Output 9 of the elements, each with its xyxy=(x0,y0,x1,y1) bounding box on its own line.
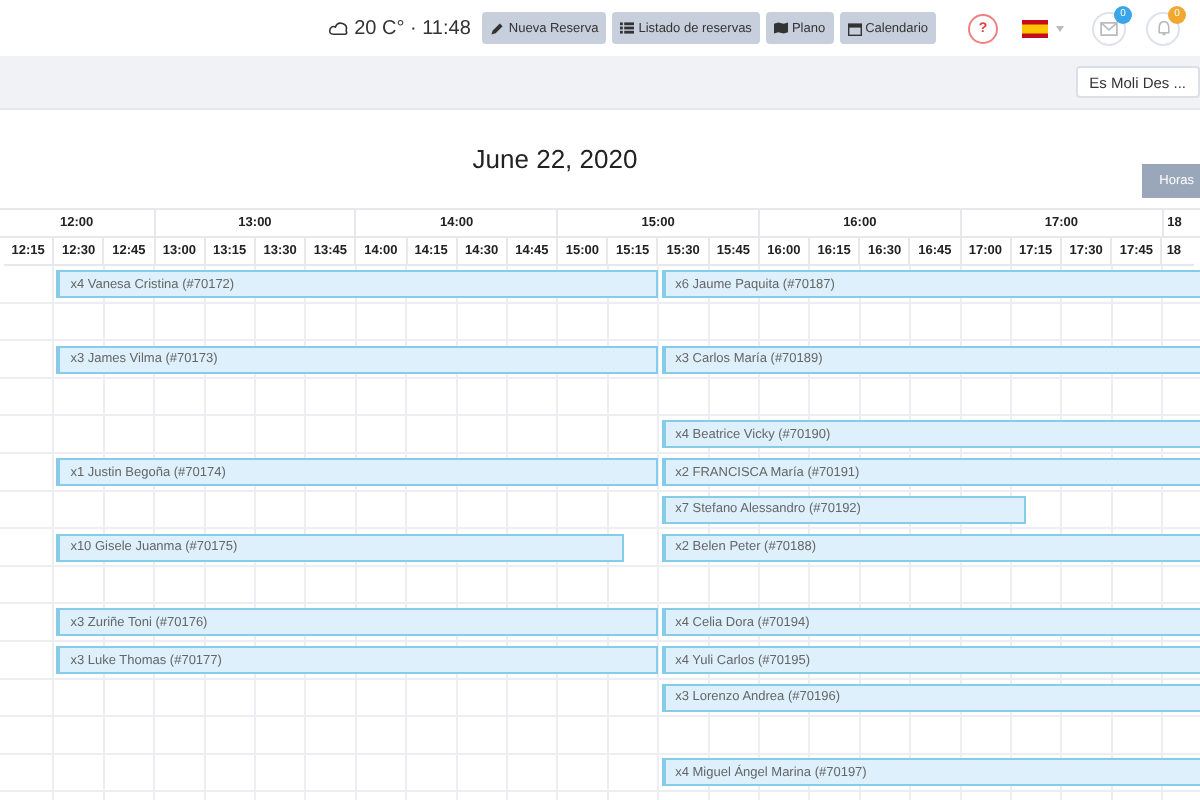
bell-icon xyxy=(1155,20,1171,36)
spanish-flag-icon[interactable] xyxy=(1022,19,1048,37)
map-icon xyxy=(773,22,788,34)
list-icon xyxy=(620,22,635,34)
envelope-icon xyxy=(1100,21,1118,35)
weather-time: 20 C° · 11:48 xyxy=(354,17,471,39)
pencil-icon xyxy=(490,21,505,35)
date-title: June 22, 2020 xyxy=(472,144,638,174)
calendar-icon xyxy=(847,21,862,35)
